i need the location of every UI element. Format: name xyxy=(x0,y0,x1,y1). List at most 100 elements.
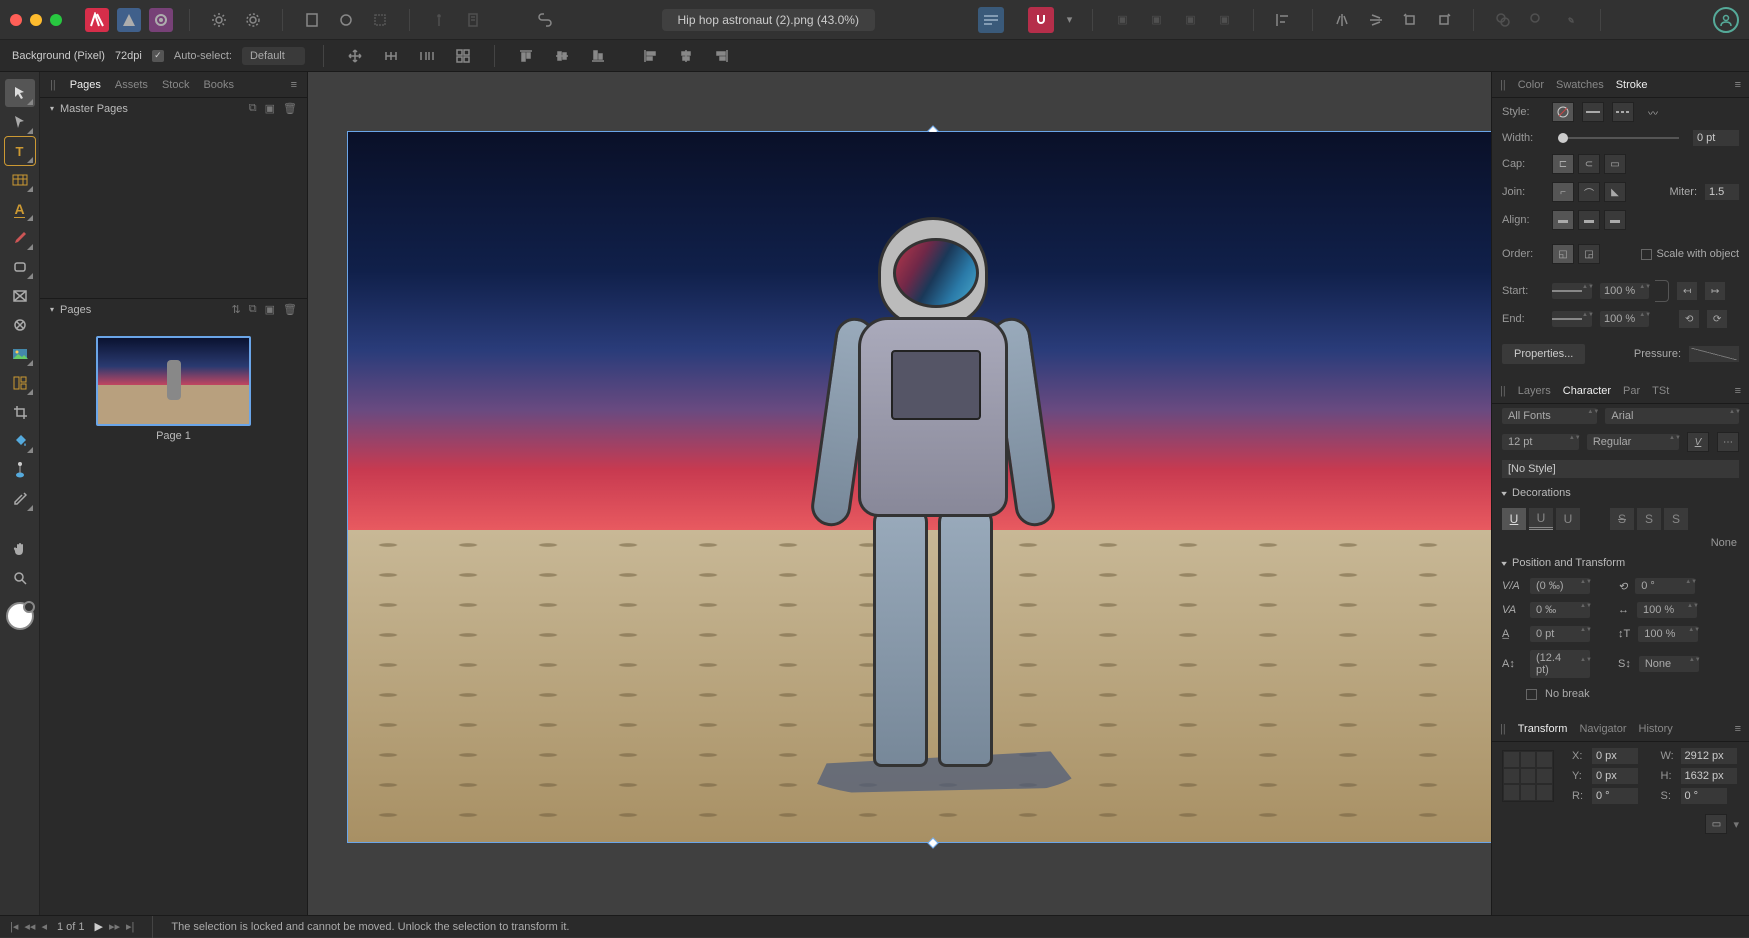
tab-stroke[interactable]: Stroke xyxy=(1616,79,1648,91)
app-switch-publisher[interactable] xyxy=(85,8,109,32)
order-behind-icon[interactable]: ◱ xyxy=(1552,244,1574,264)
join-round-icon[interactable]: ⌒ xyxy=(1578,182,1600,202)
tab-transform[interactable]: Transform xyxy=(1518,723,1568,735)
font-variant-icon[interactable]: V xyxy=(1687,432,1709,452)
scale-checkbox[interactable] xyxy=(1641,249,1652,260)
rotate-ccw-icon[interactable] xyxy=(1397,7,1423,33)
delete-page-icon[interactable]: 🗑 xyxy=(283,303,297,316)
tab-textstyles[interactable]: TSt xyxy=(1652,385,1669,397)
crop-tool[interactable] xyxy=(5,398,35,426)
squiggle-underline-icon[interactable]: U xyxy=(1556,508,1580,530)
grid-icon[interactable] xyxy=(450,43,476,69)
transform-r[interactable] xyxy=(1592,788,1638,804)
tab-color[interactable]: Color xyxy=(1518,79,1544,91)
font-family[interactable]: Arial▲▼ xyxy=(1605,408,1739,424)
align-top-icon[interactable] xyxy=(513,43,539,69)
link-icon[interactable] xyxy=(532,7,558,33)
end-style[interactable]: ▲▼ xyxy=(1552,311,1592,327)
double-underline-icon[interactable]: U xyxy=(1529,508,1553,530)
tab-layers[interactable]: Layers xyxy=(1518,385,1551,397)
reverse-end-icon[interactable]: ⟳ xyxy=(1707,310,1727,328)
tab-assets[interactable]: Assets xyxy=(115,79,148,91)
delete-master-icon[interactable]: 🗑 xyxy=(283,102,297,115)
duplicate-master-icon[interactable]: ▣ xyxy=(265,102,275,115)
transform-anchor[interactable] xyxy=(1502,750,1554,802)
first-page-icon[interactable]: |◂ xyxy=(10,920,18,933)
stroke-brush-icon[interactable]: 〰 xyxy=(1642,102,1664,122)
pan-tool[interactable] xyxy=(5,535,35,563)
minimize-window[interactable] xyxy=(30,14,42,26)
underline-icon[interactable]: U xyxy=(1502,508,1526,530)
join-miter-icon[interactable]: ⌐ xyxy=(1552,182,1574,202)
tracking-input[interactable]: (0 ‰)▲▼ xyxy=(1530,578,1590,594)
chevron-down-icon[interactable]: ▾ xyxy=(50,305,54,314)
stroke-solid-icon[interactable] xyxy=(1582,102,1604,122)
play-icon[interactable]: ▶ xyxy=(95,920,103,933)
space-h-icon[interactable] xyxy=(414,43,440,69)
rotate-cw-icon[interactable] xyxy=(1431,7,1457,33)
data-merge-tool[interactable] xyxy=(5,369,35,397)
ellipse-frame-tool[interactable] xyxy=(5,311,35,339)
width-slider[interactable] xyxy=(1558,137,1679,139)
place-image-tool[interactable] xyxy=(5,340,35,368)
transform-s[interactable] xyxy=(1681,788,1727,804)
view-mode-normal-icon[interactable] xyxy=(299,7,325,33)
snapping-toggle[interactable] xyxy=(1028,7,1054,33)
align-inside-icon[interactable]: ▬ xyxy=(1578,210,1600,230)
prev-spread-icon[interactable]: ◂◂ xyxy=(24,920,35,933)
transform-x[interactable] xyxy=(1592,748,1638,764)
pages-options-icon[interactable]: ⇅ xyxy=(232,303,241,316)
picture-frame-tool[interactable] xyxy=(5,282,35,310)
table-tool[interactable] xyxy=(5,166,35,194)
link-arrows-icon[interactable] xyxy=(1655,280,1669,302)
arrange-backward-icon[interactable]: ▣ xyxy=(1143,7,1169,33)
tab-history[interactable]: History xyxy=(1639,723,1673,735)
miter-input[interactable] xyxy=(1705,184,1739,200)
arrange-back-icon[interactable]: ▣ xyxy=(1109,7,1135,33)
stroke-none-icon[interactable] xyxy=(1552,102,1574,122)
stroke-dash-icon[interactable] xyxy=(1612,102,1634,122)
text-styles-icon[interactable] xyxy=(978,7,1004,33)
decorations-header[interactable]: Decorations xyxy=(1492,482,1749,504)
frame-text-tool[interactable]: T xyxy=(5,137,35,165)
properties-button[interactable]: Properties... xyxy=(1502,344,1585,364)
join-bevel-icon[interactable]: ◣ xyxy=(1604,182,1626,202)
font-category[interactable]: All Fonts▲▼ xyxy=(1502,408,1597,424)
baseline-grid-icon[interactable] xyxy=(426,7,452,33)
tab-character[interactable]: Character xyxy=(1563,385,1611,397)
cap-round-icon[interactable]: ⊂ xyxy=(1578,154,1600,174)
tab-paragraph[interactable]: Par xyxy=(1623,385,1640,397)
view-mode-clip-icon[interactable] xyxy=(367,7,393,33)
transparency-tool[interactable] xyxy=(5,456,35,484)
autoselect-checkbox[interactable]: ✓ xyxy=(152,50,164,62)
cap-butt-icon[interactable]: ⊏ xyxy=(1552,154,1574,174)
page-thumbnail[interactable] xyxy=(96,336,251,426)
canvas-viewport[interactable] xyxy=(308,72,1491,915)
align-center-icon[interactable]: ▬ xyxy=(1552,210,1574,230)
reverse-start-icon[interactable]: ⟲ xyxy=(1679,310,1699,328)
preflight-icon[interactable] xyxy=(460,7,486,33)
move-tool[interactable] xyxy=(5,79,35,107)
rectangle-tool[interactable] xyxy=(5,253,35,281)
nobreak-checkbox[interactable] xyxy=(1526,689,1537,700)
preferences-icon[interactable] xyxy=(206,7,232,33)
align-bottom-icon[interactable] xyxy=(585,43,611,69)
panel-menu-icon[interactable]: ≡ xyxy=(1735,79,1741,91)
font-options-icon[interactable]: ⋯ xyxy=(1717,432,1739,452)
color-swatch[interactable] xyxy=(6,602,34,630)
tab-books[interactable]: Books xyxy=(203,79,234,91)
view-mode-preview-icon[interactable] xyxy=(333,7,359,33)
boolean-subtract-icon[interactable] xyxy=(1524,7,1550,33)
highlight-icon[interactable]: S xyxy=(1664,508,1688,530)
next-spread-icon[interactable]: ▸▸ xyxy=(109,920,120,933)
snapping-menu-icon[interactable]: ▾ xyxy=(1062,7,1076,33)
baseline-input[interactable]: 0 pt▲▼ xyxy=(1530,626,1590,642)
canvas[interactable] xyxy=(348,132,1491,842)
vscale-input[interactable]: 100 %▲▼ xyxy=(1638,626,1698,642)
color-picker-tool[interactable] xyxy=(5,485,35,513)
font-weight[interactable]: Regular▲▼ xyxy=(1587,434,1679,450)
tab-swatches[interactable]: Swatches xyxy=(1556,79,1604,91)
close-window[interactable] xyxy=(10,14,22,26)
order-front-icon[interactable]: ◲ xyxy=(1578,244,1600,264)
transform-w[interactable] xyxy=(1681,748,1737,764)
